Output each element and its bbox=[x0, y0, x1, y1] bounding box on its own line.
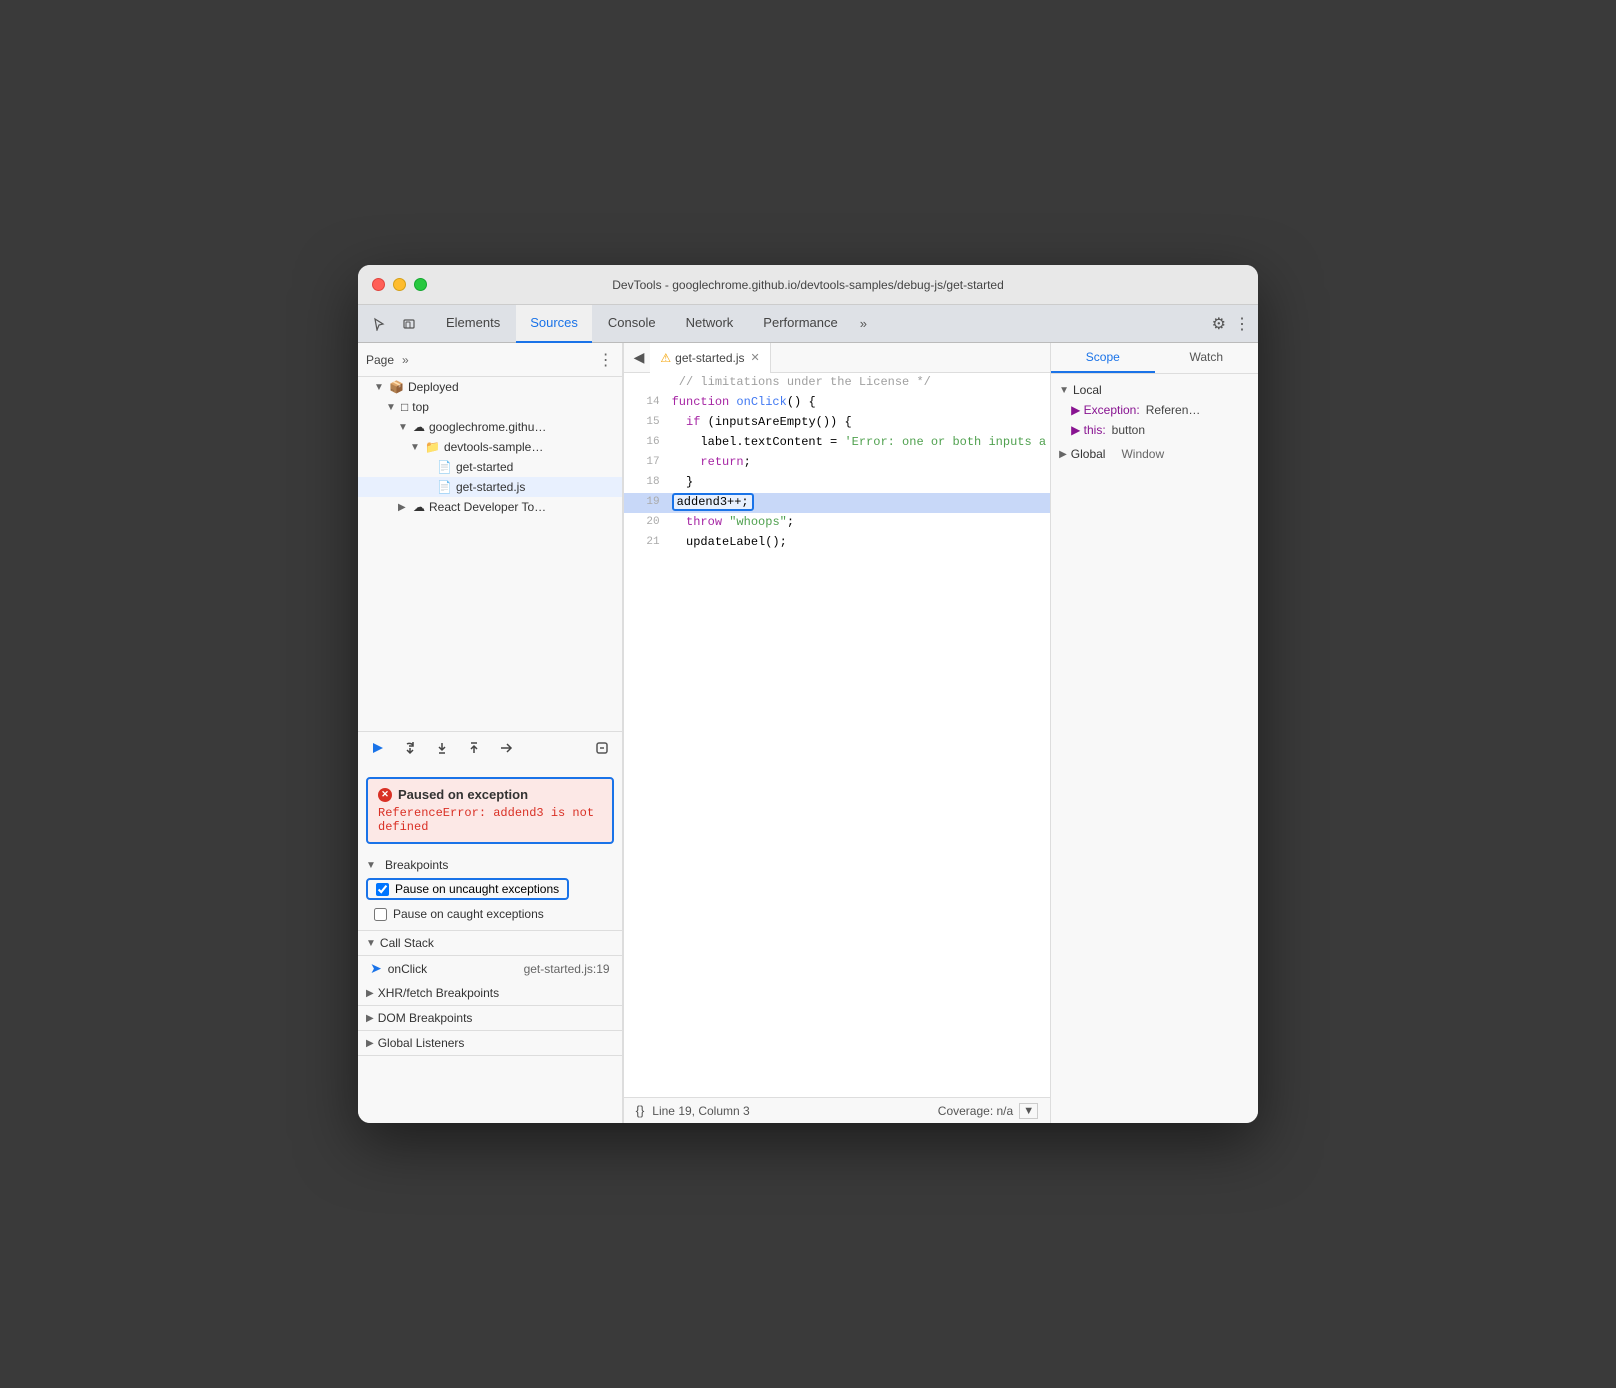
close-button[interactable] bbox=[372, 278, 385, 291]
tree-item-deployed[interactable]: ▼ 📦 Deployed bbox=[358, 377, 622, 397]
call-stack-arrow-icon: ➤ bbox=[370, 960, 382, 977]
code-line-13: // limitations under the License */ bbox=[624, 373, 1050, 393]
status-bar: {} Line 19, Column 3 Coverage: n/a ▼ bbox=[624, 1097, 1050, 1123]
tree-item-get-started[interactable]: 📄 get-started bbox=[358, 457, 622, 477]
titlebar: DevTools - googlechrome.github.io/devtoo… bbox=[358, 265, 1258, 305]
main-content: Page » ⋮ ▼ 📦 Deployed ▼ □ top bbox=[358, 343, 1258, 1123]
breakpoints-section: ▼ Breakpoints Pause on uncaught exceptio… bbox=[358, 852, 622, 931]
exception-title: ✕ Paused on exception bbox=[378, 787, 602, 802]
step-over-btn[interactable] bbox=[398, 738, 422, 763]
exception-panel: ✕ Paused on exception ReferenceError: ad… bbox=[366, 777, 614, 844]
pause-uncaught-checkbox[interactable] bbox=[376, 883, 389, 896]
scope-panel: Scope Watch ▼ Local ▶ Exception: Referen… bbox=[1050, 343, 1258, 1123]
tab-console[interactable]: Console bbox=[594, 305, 670, 343]
tree-item-top[interactable]: ▼ □ top bbox=[358, 397, 622, 417]
tree-item-devtools[interactable]: ▼ 📁 devtools-sample… bbox=[358, 437, 622, 457]
warn-icon: ⚠ bbox=[660, 351, 671, 365]
deactivate-btn[interactable] bbox=[590, 738, 614, 763]
pause-caught-item: Pause on caught exceptions bbox=[366, 904, 614, 924]
scope-content: ▼ Local ▶ Exception: Referen… ▶ this: bu… bbox=[1051, 374, 1258, 1123]
exception-x-icon: ✕ bbox=[378, 788, 392, 802]
scope-tabs: Scope Watch bbox=[1051, 343, 1258, 374]
scope-item-exception: ▶ Exception: Referen… bbox=[1051, 400, 1258, 420]
window-title: DevTools - googlechrome.github.io/devtoo… bbox=[612, 278, 1004, 292]
maximize-button[interactable] bbox=[414, 278, 427, 291]
sidebar: Page » ⋮ ▼ 📦 Deployed ▼ □ top bbox=[358, 343, 623, 1123]
editor-panel: ◀ ⚠ get-started.js ✕ // limitations unde… bbox=[623, 343, 1050, 1123]
scope-local-header[interactable]: ▼ Local bbox=[1051, 380, 1258, 400]
file-tree: ▼ 📦 Deployed ▼ □ top ▼ ☁ googlechrome.gi… bbox=[358, 377, 622, 731]
step-out-btn[interactable] bbox=[462, 738, 486, 763]
coverage-dropdown-icon[interactable]: ▼ bbox=[1019, 1103, 1038, 1119]
tab-performance[interactable]: Performance bbox=[749, 305, 851, 343]
tabs-bar: Elements Sources Console Network Perform… bbox=[358, 305, 1258, 343]
pause-caught-checkbox[interactable] bbox=[374, 908, 387, 921]
more-menu-icon[interactable]: ⋮ bbox=[1234, 314, 1250, 334]
sidebar-top: Page » ⋮ bbox=[358, 343, 622, 377]
sidebar-dots-btn[interactable]: ⋮ bbox=[598, 350, 614, 370]
traffic-lights bbox=[372, 278, 427, 291]
sidebar-more-btn[interactable]: » bbox=[402, 353, 409, 367]
code-line-20: 20 throw "whoops"; bbox=[624, 513, 1050, 533]
code-line-15: 15 if (inputsAreEmpty()) { bbox=[624, 413, 1050, 433]
editor-tab-close[interactable]: ✕ bbox=[751, 351, 760, 364]
code-line-14: 14 function onClick() { bbox=[624, 393, 1050, 413]
breakpoints-header[interactable]: ▼ Breakpoints bbox=[366, 858, 614, 872]
bottom-panels: ✕ Paused on exception ReferenceError: ad… bbox=[358, 769, 622, 1123]
editor-tab-file[interactable]: ⚠ get-started.js ✕ bbox=[650, 343, 770, 373]
tab-scope[interactable]: Scope bbox=[1051, 343, 1154, 373]
sidebar-page-label: Page bbox=[366, 353, 394, 367]
cursor-position: Line 19, Column 3 bbox=[652, 1104, 938, 1118]
xhr-breakpoints-header[interactable]: ▶ XHR/fetch Breakpoints bbox=[358, 981, 622, 1006]
code-line-21: 21 updateLabel(); bbox=[624, 533, 1050, 553]
tab-sources[interactable]: Sources bbox=[516, 305, 592, 343]
scope-global-header[interactable]: ▶ Global Window bbox=[1051, 444, 1258, 464]
call-stack-header[interactable]: ▼ Call Stack bbox=[358, 931, 622, 956]
code-line-16: 16 label.textContent = 'Error: one or bo… bbox=[624, 433, 1050, 453]
call-stack-onclick: ➤ onClick get-started.js:19 bbox=[358, 956, 622, 981]
debug-toolbar bbox=[358, 731, 622, 769]
minimize-button[interactable] bbox=[393, 278, 406, 291]
tree-item-react[interactable]: ▶ ☁ React Developer To… bbox=[358, 497, 622, 517]
coverage-status: Coverage: n/a ▼ bbox=[938, 1103, 1038, 1119]
settings-gear-icon[interactable]: ⚙ bbox=[1212, 314, 1226, 334]
cursor-icon-btn[interactable] bbox=[366, 311, 392, 337]
editor-back-btn[interactable]: ◀ bbox=[628, 349, 651, 366]
resume-btn[interactable] bbox=[366, 738, 390, 763]
code-line-19: 19 addend3++; bbox=[624, 493, 1050, 513]
tree-item-googlechrome[interactable]: ▼ ☁ googlechrome.githu… bbox=[358, 417, 622, 437]
step-into-btn[interactable] bbox=[430, 738, 454, 763]
code-line-17: 17 return; bbox=[624, 453, 1050, 473]
tab-watch[interactable]: Watch bbox=[1155, 343, 1258, 373]
code-area[interactable]: // limitations under the License */ 14 f… bbox=[624, 373, 1050, 1097]
tabs-more-icon[interactable]: » bbox=[854, 316, 873, 331]
tab-elements[interactable]: Elements bbox=[432, 305, 514, 343]
tab-network[interactable]: Network bbox=[672, 305, 748, 343]
devtools-window: DevTools - googlechrome.github.io/devtoo… bbox=[358, 265, 1258, 1123]
tab-settings: ⚙ ⋮ bbox=[1212, 314, 1250, 334]
global-listeners-header[interactable]: ▶ Global Listeners bbox=[358, 1031, 622, 1056]
scope-group-global: ▶ Global Window bbox=[1051, 444, 1258, 464]
exception-error: ReferenceError: addend3 is not defined bbox=[378, 806, 602, 834]
tab-controls bbox=[366, 311, 422, 337]
device-icon-btn[interactable] bbox=[396, 311, 422, 337]
tree-item-get-started-js[interactable]: 📄 get-started.js bbox=[358, 477, 622, 497]
editor-tabs: ◀ ⚠ get-started.js ✕ bbox=[624, 343, 1050, 373]
dom-breakpoints-header[interactable]: ▶ DOM Breakpoints bbox=[358, 1006, 622, 1031]
scope-item-this: ▶ this: button bbox=[1051, 420, 1258, 440]
scope-group-local: ▼ Local ▶ Exception: Referen… ▶ this: bu… bbox=[1051, 380, 1258, 440]
code-line-18: 18 } bbox=[624, 473, 1050, 493]
step-btn[interactable] bbox=[494, 738, 518, 763]
pause-uncaught-wrapper: Pause on uncaught exceptions bbox=[366, 878, 569, 900]
format-icon[interactable]: {} bbox=[636, 1103, 645, 1118]
